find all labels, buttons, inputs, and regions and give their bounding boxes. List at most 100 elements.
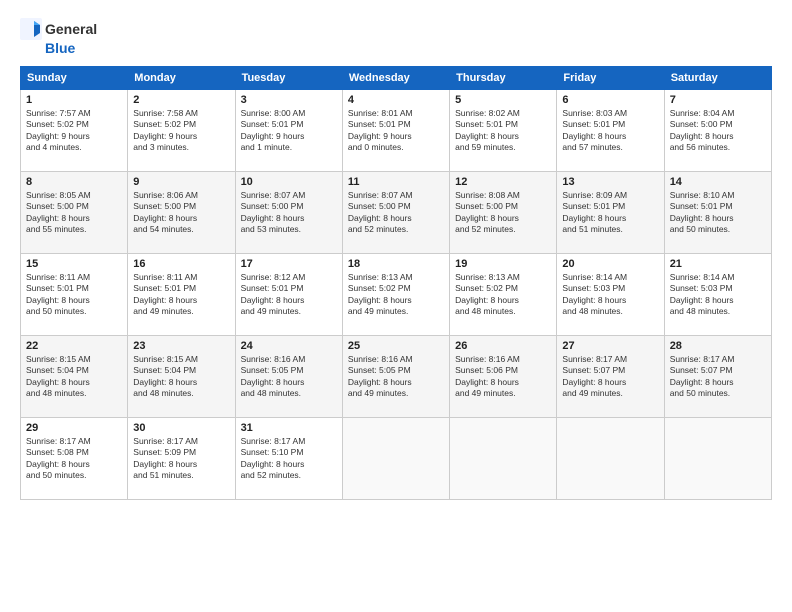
calendar-cell: 27 Sunrise: 8:17 AM Sunset: 5:07 PM Dayli… (557, 336, 664, 418)
day-number: 6 (562, 94, 658, 106)
calendar-cell: 12Sunrise: 8:08 AM Sunset: 5:00 PM Dayli… (450, 172, 557, 254)
day-number: 24 (241, 340, 337, 352)
logo: General Blue (20, 18, 97, 56)
day-info: Sunrise: 8:06 AM Sunset: 5:00 PM Dayligh… (133, 190, 229, 236)
calendar-cell: 26 Sunrise: 8:16 AM Sunset: 5:06 PM Dayli… (450, 336, 557, 418)
day-info: Sunrise: 8:14 AM Sunset: 5:03 PM Dayligh… (670, 272, 766, 318)
day-info: Sunrise: 8:07 AM Sunset: 5:00 PM Dayligh… (348, 190, 444, 236)
day-info: Sunrise: 8:05 AM Sunset: 5:00 PM Dayligh… (26, 190, 122, 236)
day-number: 19 (455, 258, 551, 270)
day-number: 8 (26, 176, 122, 188)
day-info: Sunrise: 8:17 AM Sunset: 5:08 PM Dayligh… (26, 436, 122, 482)
day-number: 26 (455, 340, 551, 352)
day-number: 28 (670, 340, 766, 352)
day-info: Sunrise: 8:01 AM Sunset: 5:01 PM Dayligh… (348, 108, 444, 154)
day-info: Sunrise: 8:14 AM Sunset: 5:03 PM Dayligh… (562, 272, 658, 318)
day-info: Sunrise: 8:00 AM Sunset: 5:01 PM Dayligh… (241, 108, 337, 154)
day-number: 29 (26, 422, 122, 434)
day-number: 2 (133, 94, 229, 106)
day-number: 7 (670, 94, 766, 106)
day-number: 17 (241, 258, 337, 270)
day-info: Sunrise: 8:07 AM Sunset: 5:00 PM Dayligh… (241, 190, 337, 236)
day-info: Sunrise: 8:13 AM Sunset: 5:02 PM Dayligh… (348, 272, 444, 318)
week-row-2: 8 Sunrise: 8:05 AM Sunset: 5:00 PM Daylig… (21, 172, 772, 254)
day-info: Sunrise: 8:13 AM Sunset: 5:02 PM Dayligh… (455, 272, 551, 318)
calendar-cell: 25 Sunrise: 8:16 AM Sunset: 5:05 PM Dayli… (342, 336, 449, 418)
day-info: Sunrise: 8:17 AM Sunset: 5:09 PM Dayligh… (133, 436, 229, 482)
calendar-cell: 15 Sunrise: 8:11 AM Sunset: 5:01 PM Dayli… (21, 254, 128, 336)
calendar-cell: 5 Sunrise: 8:02 AM Sunset: 5:01 PM Daylig… (450, 90, 557, 172)
weekday-header-thursday: Thursday (450, 67, 557, 90)
week-row-5: 29 Sunrise: 8:17 AM Sunset: 5:08 PM Dayli… (21, 418, 772, 500)
day-info: Sunrise: 8:16 AM Sunset: 5:05 PM Dayligh… (348, 354, 444, 400)
week-row-1: 1Sunrise: 7:57 AM Sunset: 5:02 PM Daylig… (21, 90, 772, 172)
day-number: 11 (348, 176, 444, 188)
calendar-cell (664, 418, 771, 500)
day-info: Sunrise: 8:17 AM Sunset: 5:10 PM Dayligh… (241, 436, 337, 482)
week-row-4: 22 Sunrise: 8:15 AM Sunset: 5:04 PM Dayli… (21, 336, 772, 418)
page: General Blue SundayMondayTuesdayWednesda… (0, 0, 792, 612)
day-number: 21 (670, 258, 766, 270)
calendar-table: SundayMondayTuesdayWednesdayThursdayFrid… (20, 66, 772, 500)
calendar-cell: 2 Sunrise: 7:58 AM Sunset: 5:02 PM Daylig… (128, 90, 235, 172)
calendar-cell: 19 Sunrise: 8:13 AM Sunset: 5:02 PM Dayli… (450, 254, 557, 336)
day-number: 3 (241, 94, 337, 106)
day-number: 13 (562, 176, 658, 188)
day-number: 10 (241, 176, 337, 188)
calendar-cell: 17 Sunrise: 8:12 AM Sunset: 5:01 PM Dayli… (235, 254, 342, 336)
day-number: 31 (241, 422, 337, 434)
weekday-header-tuesday: Tuesday (235, 67, 342, 90)
header: General Blue (20, 18, 772, 56)
day-number: 22 (26, 340, 122, 352)
day-info: Sunrise: 8:15 AM Sunset: 5:04 PM Dayligh… (133, 354, 229, 400)
week-row-3: 15 Sunrise: 8:11 AM Sunset: 5:01 PM Dayli… (21, 254, 772, 336)
logo-blue: Blue (45, 40, 75, 56)
day-number: 12 (455, 176, 551, 188)
weekday-header-wednesday: Wednesday (342, 67, 449, 90)
calendar-cell: 11 Sunrise: 8:07 AM Sunset: 5:00 PM Dayli… (342, 172, 449, 254)
day-number: 20 (562, 258, 658, 270)
calendar-cell: 31 Sunrise: 8:17 AM Sunset: 5:10 PM Dayli… (235, 418, 342, 500)
day-number: 23 (133, 340, 229, 352)
day-number: 16 (133, 258, 229, 270)
calendar-cell: 20 Sunrise: 8:14 AM Sunset: 5:03 PM Dayli… (557, 254, 664, 336)
logo-graphic (20, 18, 42, 40)
weekday-header-monday: Monday (128, 67, 235, 90)
calendar-cell: 7 Sunrise: 8:04 AM Sunset: 5:00 PM Daylig… (664, 90, 771, 172)
weekday-header-friday: Friday (557, 67, 664, 90)
day-number: 25 (348, 340, 444, 352)
calendar-cell (450, 418, 557, 500)
calendar-cell: 6Sunrise: 8:03 AM Sunset: 5:01 PM Daylig… (557, 90, 664, 172)
day-info: Sunrise: 8:16 AM Sunset: 5:06 PM Dayligh… (455, 354, 551, 400)
day-info: Sunrise: 8:17 AM Sunset: 5:07 PM Dayligh… (562, 354, 658, 400)
day-info: Sunrise: 8:12 AM Sunset: 5:01 PM Dayligh… (241, 272, 337, 318)
day-info: Sunrise: 8:16 AM Sunset: 5:05 PM Dayligh… (241, 354, 337, 400)
calendar-cell: 24 Sunrise: 8:16 AM Sunset: 5:05 PM Dayli… (235, 336, 342, 418)
day-info: Sunrise: 7:58 AM Sunset: 5:02 PM Dayligh… (133, 108, 229, 154)
calendar-cell: 14Sunrise: 8:10 AM Sunset: 5:01 PM Dayli… (664, 172, 771, 254)
logo-general: General (45, 21, 97, 37)
day-number: 30 (133, 422, 229, 434)
day-info: Sunrise: 8:11 AM Sunset: 5:01 PM Dayligh… (26, 272, 122, 318)
calendar-cell: 8 Sunrise: 8:05 AM Sunset: 5:00 PM Daylig… (21, 172, 128, 254)
calendar-cell: 10 Sunrise: 8:07 AM Sunset: 5:00 PM Dayli… (235, 172, 342, 254)
day-info: Sunrise: 8:10 AM Sunset: 5:01 PM Dayligh… (670, 190, 766, 236)
calendar-cell (342, 418, 449, 500)
day-info: Sunrise: 8:11 AM Sunset: 5:01 PM Dayligh… (133, 272, 229, 318)
day-info: Sunrise: 8:09 AM Sunset: 5:01 PM Dayligh… (562, 190, 658, 236)
calendar-cell: 16 Sunrise: 8:11 AM Sunset: 5:01 PM Dayli… (128, 254, 235, 336)
day-info: Sunrise: 8:15 AM Sunset: 5:04 PM Dayligh… (26, 354, 122, 400)
weekday-header-saturday: Saturday (664, 67, 771, 90)
calendar-cell: 30 Sunrise: 8:17 AM Sunset: 5:09 PM Dayli… (128, 418, 235, 500)
day-number: 15 (26, 258, 122, 270)
calendar-cell: 3 Sunrise: 8:00 AM Sunset: 5:01 PM Daylig… (235, 90, 342, 172)
day-number: 5 (455, 94, 551, 106)
day-number: 4 (348, 94, 444, 106)
day-number: 27 (562, 340, 658, 352)
day-info: Sunrise: 8:02 AM Sunset: 5:01 PM Dayligh… (455, 108, 551, 154)
logo-text-block: General Blue (20, 18, 97, 56)
day-info: Sunrise: 8:04 AM Sunset: 5:00 PM Dayligh… (670, 108, 766, 154)
day-number: 18 (348, 258, 444, 270)
calendar-cell: 1Sunrise: 7:57 AM Sunset: 5:02 PM Daylig… (21, 90, 128, 172)
day-number: 1 (26, 94, 122, 106)
